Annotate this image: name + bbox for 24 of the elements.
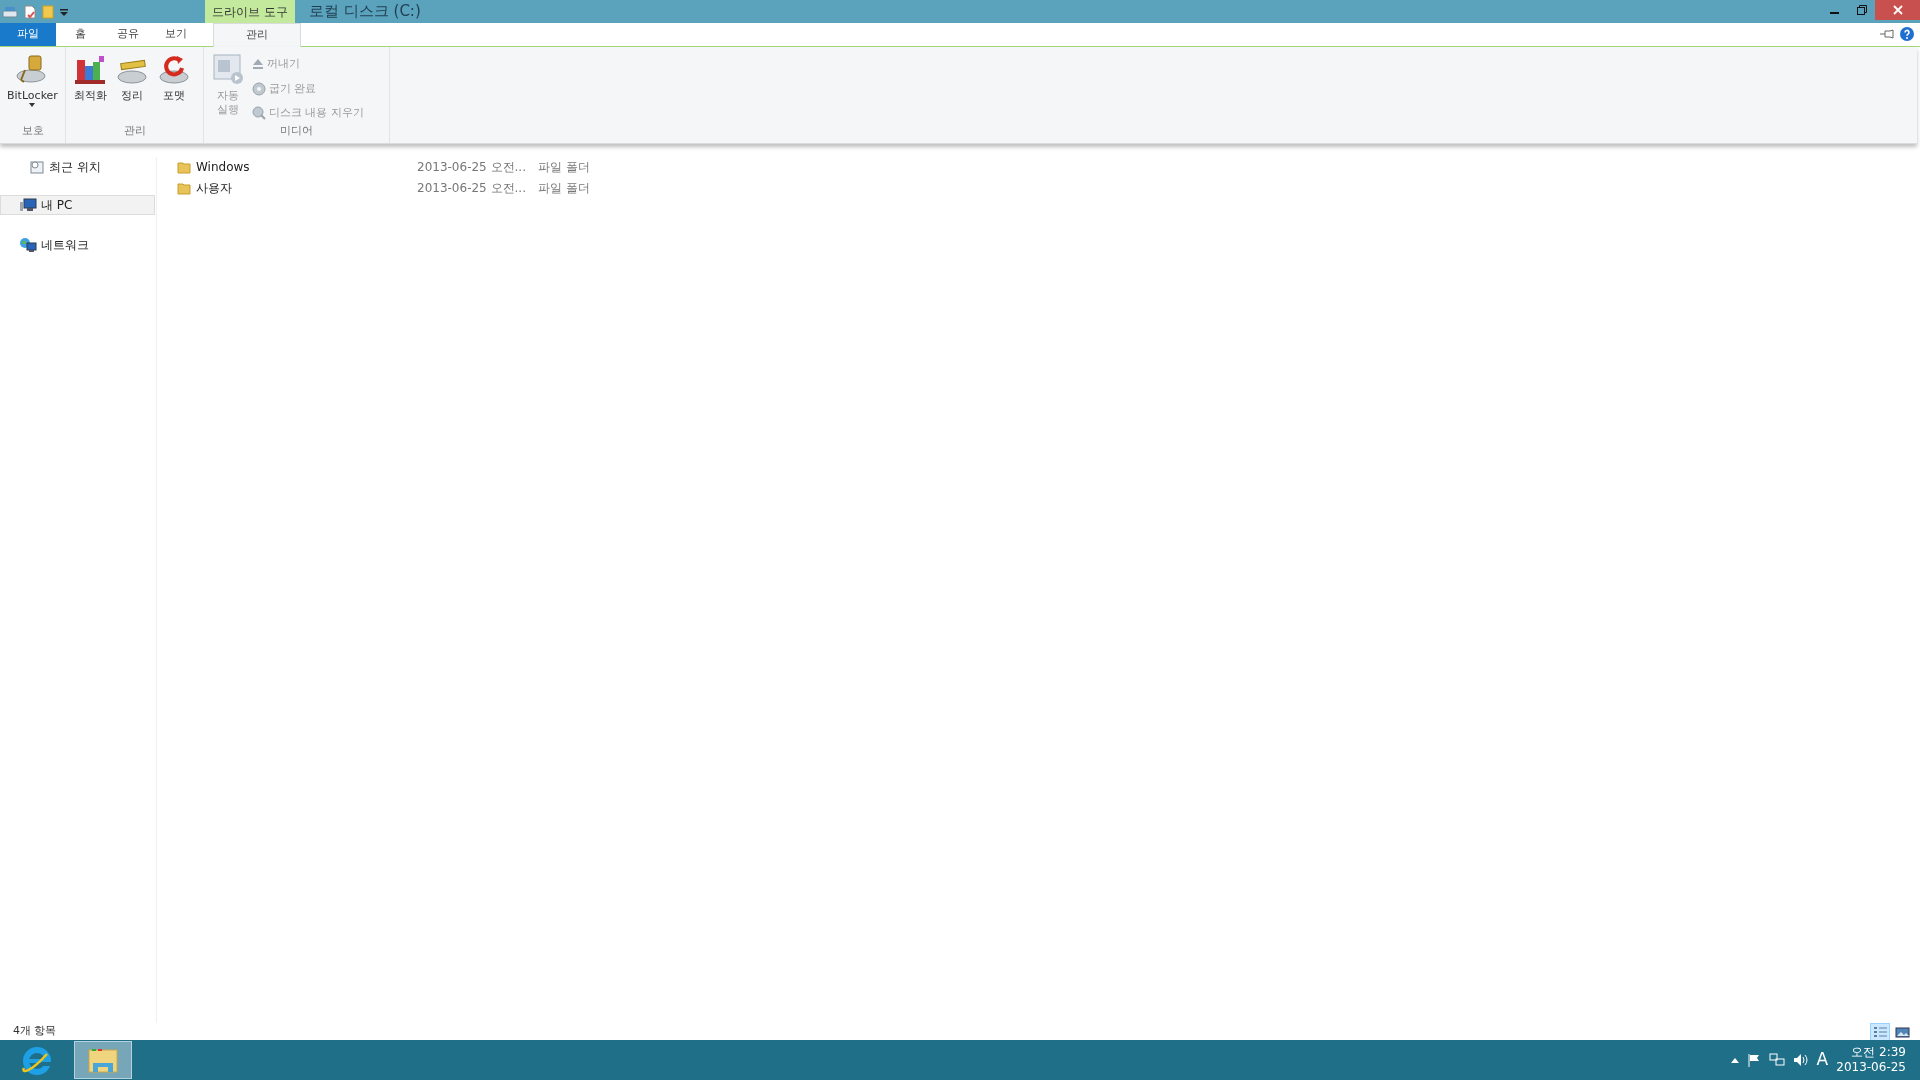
date-modified: 2013-06-25 오전...	[417, 179, 527, 197]
ribbon-button[interactable]: 최적화	[70, 50, 110, 123]
file-type: 파일 폴더	[538, 159, 590, 177]
group-label: 보호	[20, 123, 45, 139]
ribbon-button[interactable]: BitLocker	[4, 50, 61, 123]
group-label: 미디어	[279, 123, 314, 139]
group-label: 관리	[122, 123, 147, 139]
ribbon-button[interactable]: 정리	[112, 50, 152, 123]
item-count: 4개 항목	[13, 1023, 57, 1040]
ribbon-button[interactable]: 포맷	[154, 50, 194, 123]
date-modified: 2013-06-25 오전...	[417, 159, 527, 177]
nav-item[interactable]: 최근 위치	[0, 157, 155, 177]
file-type: 파일 폴더	[538, 179, 590, 197]
window-title: 로컬 디스크 (C:)	[308, 1, 422, 23]
ribbon-tab[interactable]: 파일	[0, 23, 56, 46]
file-name[interactable]: 사용자	[196, 178, 232, 197]
context-tab-label: 드라이브 도구	[205, 0, 295, 23]
input-mode-indicator[interactable]: A	[1816, 1047, 1829, 1073]
nav-item[interactable]: 내 PC	[0, 195, 155, 215]
clock-time: 오전 2:39	[1851, 1045, 1906, 1060]
clock-date: 2013-06-25	[1836, 1060, 1906, 1075]
file-name[interactable]: Windows	[196, 158, 250, 177]
nav-item[interactable]: 네트워크	[0, 235, 155, 255]
ribbon-tab[interactable]: 관리	[213, 23, 301, 47]
